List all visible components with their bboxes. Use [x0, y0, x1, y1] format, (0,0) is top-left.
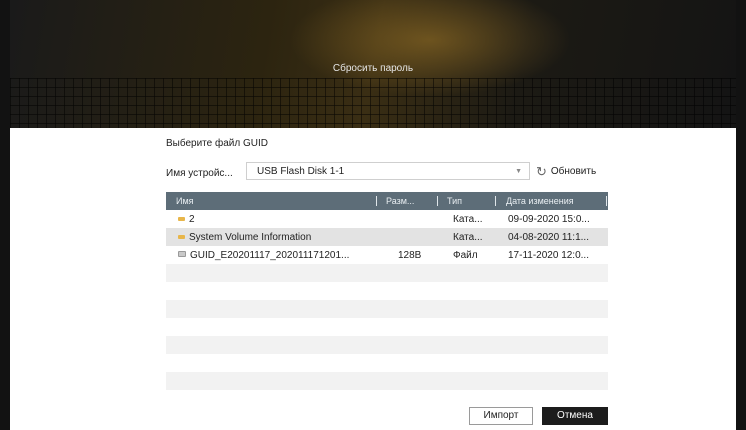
- file-type: Ката...: [453, 214, 483, 225]
- file-name: System Volume Information: [189, 232, 312, 243]
- file-date: 04-08-2020 11:1...: [508, 232, 589, 243]
- column-header-date[interactable]: Дата изменения: [506, 196, 574, 206]
- dialog-title: Сбросить пароль: [332, 63, 414, 74]
- column-divider[interactable]: [495, 196, 496, 206]
- chevron-down-icon: ▼: [515, 168, 522, 175]
- empty-row: [166, 372, 608, 390]
- row-name-cell: System Volume Information: [178, 232, 368, 243]
- file-type: Файл: [453, 250, 478, 261]
- file-icon: [178, 251, 186, 257]
- section-title: Выберите файл GUID: [166, 138, 268, 149]
- right-frame-edge: [736, 0, 746, 430]
- device-select-value: USB Flash Disk 1-1: [257, 166, 345, 177]
- refresh-button[interactable]: ↻ Обновить: [536, 162, 596, 180]
- file-date: 09-09-2020 15:0...: [508, 214, 590, 225]
- cancel-button[interactable]: Отмена: [542, 407, 608, 425]
- device-name-label: Имя устройс...: [166, 168, 233, 179]
- refresh-icon: ↻: [536, 163, 547, 179]
- file-type: Ката...: [453, 232, 483, 243]
- empty-row: [166, 264, 608, 282]
- column-divider[interactable]: [376, 196, 377, 206]
- empty-row: [166, 336, 608, 354]
- device-select[interactable]: USB Flash Disk 1-1 ▼: [246, 162, 530, 180]
- folder-icon: [178, 217, 185, 221]
- refresh-label: Обновить: [550, 165, 597, 177]
- empty-row: [166, 318, 608, 336]
- table-row[interactable]: GUID_E20201117_202011171201... 128B Файл…: [166, 246, 608, 264]
- column-header-name[interactable]: Имя: [176, 196, 194, 206]
- column-header-type[interactable]: Тип: [447, 196, 462, 206]
- import-button[interactable]: Импорт: [469, 407, 533, 425]
- file-table: Имя Разм... Тип Дата изменения 2 Ката...…: [166, 192, 608, 408]
- empty-row: [166, 282, 608, 300]
- file-name: GUID_E20201117_202011171201...: [190, 250, 350, 261]
- banner-grid-pattern: [10, 78, 736, 128]
- file-size: 128B: [398, 250, 422, 261]
- empty-row: [166, 300, 608, 318]
- column-divider[interactable]: [606, 196, 607, 206]
- row-name-cell: 2: [178, 214, 368, 225]
- header-banner: Сбросить пароль: [10, 0, 736, 128]
- file-date: 17-11-2020 12:0...: [508, 250, 589, 261]
- left-frame-edge: [0, 0, 10, 430]
- table-row[interactable]: System Volume Information Ката... 04-08-…: [166, 228, 608, 246]
- table-row[interactable]: 2 Ката... 09-09-2020 15:0...: [166, 210, 608, 228]
- column-header-size[interactable]: Разм...: [386, 196, 414, 206]
- row-name-cell: GUID_E20201117_202011171201...: [178, 250, 378, 261]
- empty-row: [166, 354, 608, 372]
- folder-icon: [178, 235, 185, 239]
- empty-row: [166, 390, 608, 408]
- column-divider[interactable]: [437, 196, 438, 206]
- file-name: 2: [189, 214, 195, 225]
- table-header: Имя Разм... Тип Дата изменения: [166, 192, 608, 210]
